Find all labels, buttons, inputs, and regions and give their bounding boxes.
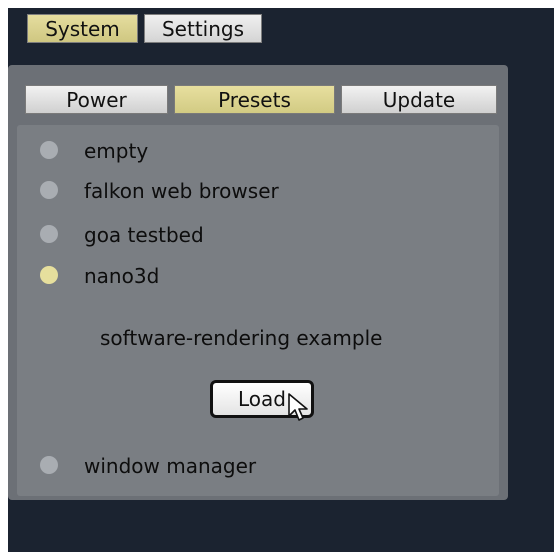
subtab-update[interactable]: Update [341,85,497,114]
preset-description: software-rendering example [100,326,383,350]
radio-button-selected[interactable] [40,266,58,284]
preset-item-empty[interactable]: empty [40,136,480,166]
preset-item-goa-testbed[interactable]: goa testbed [40,220,480,250]
tab-system[interactable]: System [27,14,138,43]
preset-label: window manager [84,454,257,478]
preset-label: goa testbed [84,223,204,247]
preset-item-falkon-web-browser[interactable]: falkon web browser [40,176,480,206]
preset-label: falkon web browser [84,179,279,203]
subtab-presets[interactable]: Presets [174,85,335,114]
tab-settings[interactable]: Settings [144,14,262,43]
preset-item-nano3d[interactable]: nano3d [40,261,480,291]
radio-button[interactable] [40,181,58,199]
preset-label: nano3d [84,264,160,288]
radio-button[interactable] [40,456,58,474]
preset-item-window-manager[interactable]: window manager [40,451,480,481]
radio-button[interactable] [40,141,58,159]
radio-button[interactable] [40,225,58,243]
preset-label: empty [84,139,149,163]
arrow-pointer-icon [288,393,308,421]
subtab-power[interactable]: Power [25,85,168,114]
